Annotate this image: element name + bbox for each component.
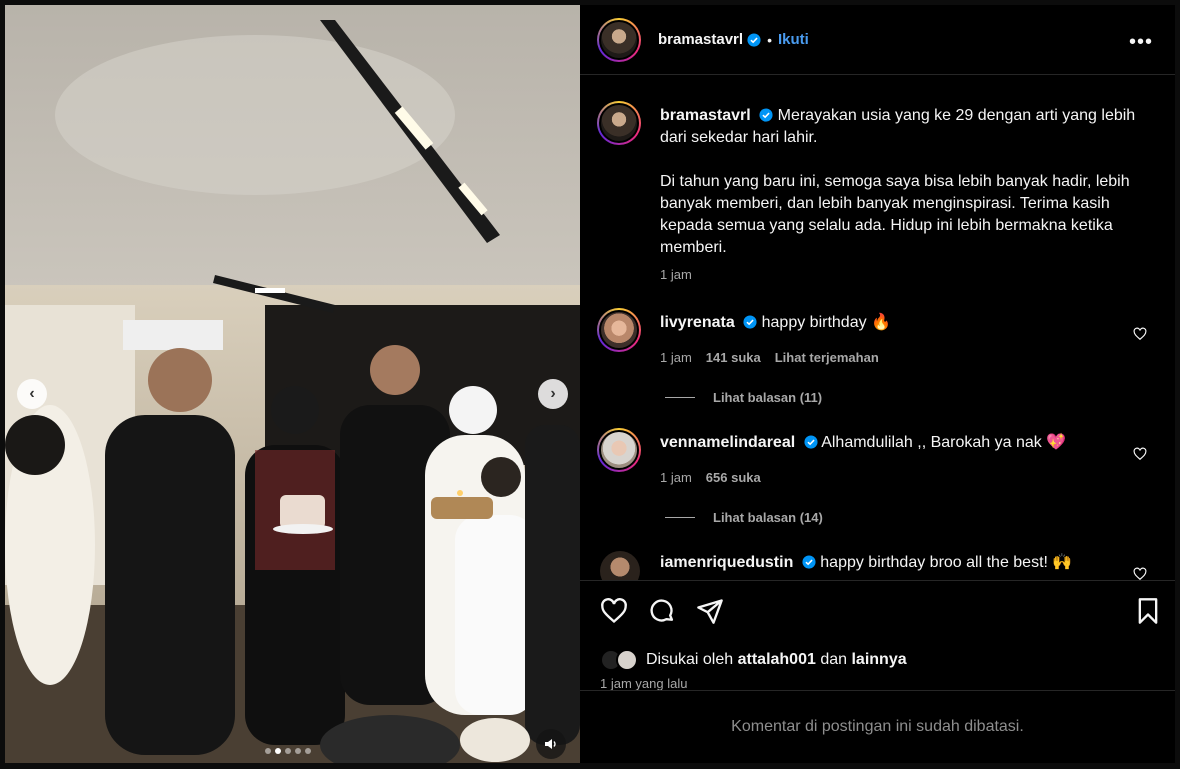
- post-details-panel: bramastavrl • Ikuti ••• bramastavrl Mera…: [580, 5, 1175, 763]
- comment-username[interactable]: vennamelindareal: [660, 434, 795, 451]
- carousel-indicator: [265, 748, 311, 754]
- post-header: bramastavrl • Ikuti •••: [580, 5, 1175, 75]
- heart-icon[interactable]: [1133, 567, 1147, 580]
- instagram-post-modal: ‹ › bramastavrl • Ikuti ••• bramastavrl …: [0, 0, 1180, 769]
- share-send-icon[interactable]: [696, 597, 724, 625]
- comment-time: 1 jam: [660, 470, 692, 485]
- comment-text: Alhamdulilah ,, Barokah ya nak 💖: [821, 434, 1067, 451]
- speaker-icon: [545, 739, 556, 749]
- heart-icon[interactable]: [1133, 327, 1147, 341]
- comment-meta: 1 jam 141 suka Lihat terjemahan: [660, 350, 879, 365]
- avatar[interactable]: [597, 308, 641, 352]
- replies-divider: [665, 517, 695, 518]
- verified-badge-icon: [759, 108, 773, 122]
- post-media[interactable]: ‹ ›: [5, 5, 580, 763]
- save-bookmark-icon[interactable]: [1134, 597, 1162, 625]
- chevron-left-icon: ‹: [29, 385, 35, 402]
- comment-likes[interactable]: 656 suka: [706, 470, 761, 485]
- comment-username[interactable]: livyrenata: [660, 314, 735, 331]
- post-timestamp: 1 jam yang lalu: [600, 676, 688, 691]
- verified-badge-icon: [804, 435, 818, 449]
- separator-dot: •: [767, 31, 772, 48]
- comment-time: 1 jam: [660, 350, 692, 365]
- avatar[interactable]: [597, 101, 641, 145]
- comment-meta: 1 jam 656 suka: [660, 470, 761, 485]
- verified-badge-icon: [802, 555, 816, 569]
- comments-limited-notice: Komentar di postingan ini sudah dibatasi…: [580, 690, 1175, 763]
- more-options-icon[interactable]: •••: [1129, 31, 1153, 54]
- comment-username[interactable]: iamenriquedustin: [660, 554, 793, 571]
- avatar: [616, 649, 638, 671]
- carousel-dot: [265, 748, 271, 754]
- carousel-dot: [305, 748, 311, 754]
- post-actions: Disukai oleh attalah001 dan lainnya 1 ja…: [580, 580, 1175, 691]
- comment-body: livyrenata happy birthday 🔥: [660, 312, 1160, 334]
- comment-bubble-icon[interactable]: [648, 597, 676, 625]
- view-replies-label: Lihat balasan (14): [713, 510, 823, 525]
- caption-time: 1 jam: [660, 267, 692, 282]
- caption: bramastavrl Merayakan usia yang ke 29 de…: [597, 101, 1157, 301]
- liked-by-others[interactable]: lainnya: [851, 651, 906, 669]
- liked-by-joiner: dan: [820, 651, 848, 668]
- carousel-dot: [285, 748, 291, 754]
- carousel-dot-active: [275, 748, 281, 754]
- translate-link[interactable]: Lihat terjemahan: [775, 350, 879, 365]
- view-replies-link[interactable]: Lihat balasan (14): [665, 510, 823, 525]
- carousel-prev-button[interactable]: ‹: [17, 379, 47, 409]
- comments-list[interactable]: bramastavrl Merayakan usia yang ke 29 de…: [580, 75, 1175, 580]
- caption-username[interactable]: bramastavrl: [660, 107, 751, 124]
- comment-item: iamenriquedustin happy birthday broo all…: [597, 548, 1157, 580]
- like-heart-icon[interactable]: [600, 597, 628, 625]
- comment-item: vennamelindareal Alhamdulilah ,, Barokah…: [597, 428, 1157, 548]
- liked-by-prefix: Disukai oleh: [646, 651, 734, 668]
- comment-text: happy birthday broo all the best! 🙌: [820, 554, 1073, 571]
- comment-item: livyrenata happy birthday 🔥 1 jam 141 su…: [597, 308, 1157, 428]
- avatar[interactable]: [597, 428, 641, 472]
- caption-text-paragraph: Di tahun yang baru ini, semoga saya bisa…: [660, 173, 1130, 256]
- view-replies-label: Lihat balasan (11): [713, 390, 823, 405]
- comment-likes[interactable]: 141 suka: [706, 350, 761, 365]
- post-author-username[interactable]: bramastavrl: [658, 31, 743, 48]
- mute-button[interactable]: [536, 729, 566, 759]
- comment-body: vennamelindareal Alhamdulilah ,, Barokah…: [660, 432, 1160, 454]
- comment-text: happy birthday 🔥: [761, 314, 891, 331]
- caption-meta: 1 jam: [660, 267, 692, 282]
- verified-badge-icon: [743, 315, 757, 329]
- liked-by-user[interactable]: attalah001: [738, 651, 816, 669]
- replies-divider: [665, 397, 695, 398]
- carousel-dot: [295, 748, 301, 754]
- follow-button[interactable]: Ikuti: [778, 31, 809, 48]
- heart-icon[interactable]: [1133, 447, 1147, 461]
- party-photo: [5, 5, 580, 763]
- avatar[interactable]: [600, 551, 640, 580]
- view-replies-link[interactable]: Lihat balasan (11): [665, 390, 822, 405]
- comment-body: iamenriquedustin happy birthday broo all…: [660, 552, 1160, 574]
- avatar[interactable]: [597, 17, 641, 62]
- carousel-next-button[interactable]: ›: [538, 379, 568, 409]
- liked-by: Disukai oleh attalah001 dan lainnya: [600, 649, 907, 671]
- chevron-right-icon: ›: [550, 385, 556, 402]
- verified-badge-icon: [747, 32, 761, 47]
- caption-body: bramastavrl Merayakan usia yang ke 29 de…: [660, 105, 1160, 259]
